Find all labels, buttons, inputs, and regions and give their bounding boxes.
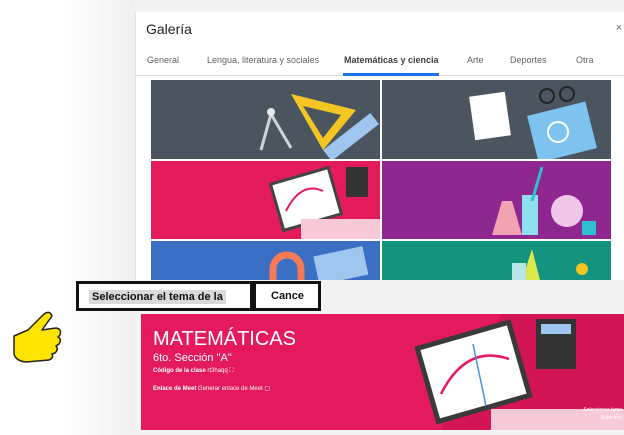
dialog-title: Galería	[146, 21, 192, 37]
class-code-value: rt3haqq	[207, 368, 228, 374]
tab-deportes[interactable]: Deportes	[510, 55, 547, 65]
tab-matematicas[interactable]: Matemáticas y ciencia	[344, 55, 439, 65]
class-title: MATEMÁTICAS	[153, 328, 296, 350]
theme-tile[interactable]	[382, 80, 611, 159]
close-icon[interactable]: ×	[616, 22, 622, 34]
tab-bar: General Lengua, literatura y sociales Ma…	[136, 52, 624, 76]
generate-meet-link[interactable]: Generar enlace de Meet	[198, 386, 263, 392]
gallery-dialog: Galería × General Lengua, literatura y s…	[135, 12, 624, 280]
cancel-annotation[interactable]: Cance	[253, 281, 321, 311]
upload-photo-link[interactable]: Subir foto	[583, 414, 622, 422]
tab-otra[interactable]: Otra	[576, 55, 594, 65]
cancel-label: Cance	[271, 290, 305, 302]
geometry-tools-icon	[259, 94, 379, 159]
class-banner: MATEMÁTICAS 6to. Sección "A" Código de l…	[141, 314, 624, 430]
graph-tablet-icon	[268, 165, 380, 239]
backdrop-shadow	[60, 0, 135, 435]
meet-label: Enlace de Meet	[153, 386, 197, 392]
theme-tile[interactable]	[382, 161, 611, 239]
theme-grid	[151, 80, 611, 280]
class-section: 6to. Sección "A"	[153, 352, 232, 364]
class-code-label: Código de la clase	[153, 368, 206, 374]
meet-link: Enlace de Meet Generar enlace de Meet ▢	[153, 385, 270, 392]
theme-tile[interactable]	[151, 241, 380, 280]
chemistry-flasks-icon	[492, 166, 596, 235]
magnet-icon	[269, 246, 369, 280]
tab-general[interactable]: General	[147, 55, 179, 65]
banner-actions: Seleccionar tema Subir foto	[583, 406, 622, 422]
video-camera-icon: ▢	[264, 386, 271, 392]
tab-lengua[interactable]: Lengua, literatura y sociales	[207, 55, 319, 65]
theme-tile[interactable]	[382, 241, 611, 280]
fullscreen-icon[interactable]: ⛶	[229, 368, 233, 374]
theme-tile[interactable]	[151, 80, 380, 159]
active-tab-indicator	[343, 73, 439, 76]
theme-tile[interactable]	[151, 161, 380, 239]
pointing-hand-icon	[13, 311, 62, 363]
select-theme-annotation[interactable]: Seleccionar el tema de la	[76, 281, 253, 311]
screen: Galería × General Lengua, literatura y s…	[0, 0, 624, 435]
plants-icon	[512, 249, 588, 280]
class-code: Código de la clase rt3haqq ⛶	[153, 368, 234, 375]
select-theme-link[interactable]: Seleccionar tema	[583, 406, 622, 414]
brain-notebook-icon	[469, 86, 597, 159]
tab-arte[interactable]: Arte	[467, 55, 484, 65]
select-theme-label: Seleccionar el tema de la	[89, 290, 226, 304]
